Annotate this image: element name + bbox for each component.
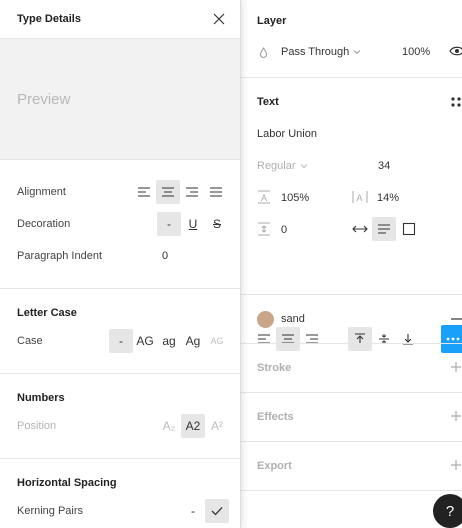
type-preview: Preview: [0, 39, 240, 160]
align-justify-icon[interactable]: [204, 180, 228, 204]
auto-height-icon[interactable]: [372, 217, 396, 241]
preview-text: Preview: [17, 90, 71, 108]
font-weight-select[interactable]: Regular: [257, 160, 308, 172]
alignment-section: Alignment Decoration - U S Paragraph Ind…: [0, 160, 240, 289]
text-section: Text Labor Union Regular 34 A 105% A 14%…: [241, 78, 462, 353]
popover-header: Type Details: [0, 0, 240, 39]
letter-spacing-icon: A: [352, 190, 368, 204]
add-export-icon[interactable]: [450, 459, 462, 471]
font-size-input[interactable]: 34: [378, 160, 390, 172]
decoration-row: Decoration - U S: [0, 208, 240, 240]
kerning-label: Kerning Pairs: [17, 505, 84, 517]
font-family-select[interactable]: Labor Union: [257, 128, 317, 140]
strikethrough-button[interactable]: S: [205, 212, 229, 236]
case-title-button[interactable]: Ag: [181, 329, 205, 353]
case-label: Case: [17, 335, 43, 347]
text-title: Text: [257, 96, 279, 108]
case-upper-button[interactable]: AG: [133, 329, 157, 353]
chevron-down-icon: [353, 50, 361, 55]
fill-style-name[interactable]: sand: [281, 313, 305, 325]
strikethrough-label: S: [212, 217, 221, 231]
layer-title: Layer: [257, 15, 287, 27]
type-details-icon[interactable]: [450, 96, 462, 108]
close-icon[interactable]: [212, 12, 226, 26]
position-label: Position: [17, 420, 57, 432]
stroke-section: Stroke: [241, 344, 462, 393]
numbers-title: Numbers: [17, 392, 65, 404]
paragraph-indent-row: Paragraph Indent 0: [0, 240, 240, 272]
numbers-section: Numbers Position A₂ A2 A²: [0, 374, 240, 459]
case-row: Case - AG ag Ag AG: [0, 325, 240, 357]
alignment-label: Alignment: [17, 186, 66, 198]
layer-section: Layer Pass Through 100%: [241, 0, 462, 78]
letter-spacing-input[interactable]: 14%: [377, 192, 399, 204]
letter-case-title: Letter Case: [17, 307, 77, 319]
add-effect-icon[interactable]: [450, 410, 462, 422]
remove-fill-icon[interactable]: [450, 313, 462, 325]
align-left-icon[interactable]: [132, 180, 156, 204]
stroke-title: Stroke: [257, 362, 292, 374]
layer-opacity-input[interactable]: 100%: [402, 46, 430, 58]
underline-button[interactable]: U: [181, 212, 205, 236]
line-height-input[interactable]: 105%: [281, 192, 309, 204]
decoration-label: Decoration: [17, 218, 71, 230]
eye-icon[interactable]: [449, 45, 462, 57]
paragraph-spacing-icon: [257, 222, 271, 236]
font-weight-value: Regular: [257, 160, 296, 172]
horizontal-spacing-title: Horizontal Spacing: [17, 477, 117, 489]
underline-label: U: [188, 217, 198, 231]
blend-mode-value: Pass Through: [281, 46, 350, 58]
help-button[interactable]: ?: [433, 494, 462, 528]
svg-text:A: A: [357, 193, 363, 203]
fill-section: sand: [241, 295, 462, 344]
effects-title: Effects: [257, 411, 294, 423]
align-center-icon[interactable]: [156, 180, 180, 204]
align-right-icon[interactable]: [180, 180, 204, 204]
horizontal-spacing-section: Horizontal Spacing Kerning Pairs -: [0, 459, 240, 527]
popover-title: Type Details: [17, 13, 81, 25]
paragraph-spacing-input[interactable]: 0: [281, 224, 287, 236]
add-stroke-icon[interactable]: [450, 361, 462, 373]
paragraph-indent-label: Paragraph Indent: [17, 250, 103, 262]
blend-mode-select[interactable]: Pass Through: [281, 46, 361, 58]
fixed-size-icon[interactable]: [402, 222, 416, 236]
type-details-popover: Type Details Preview Alignment Decoratio…: [0, 0, 241, 528]
case-lower-button[interactable]: ag: [157, 329, 181, 353]
kerning-row: Kerning Pairs -: [0, 495, 240, 527]
chevron-down-icon: [300, 164, 307, 169]
svg-text:A: A: [261, 193, 267, 203]
paragraph-indent-input[interactable]: 0: [162, 250, 168, 262]
position-normal-button[interactable]: A2: [181, 414, 205, 438]
position-row: Position A₂ A2 A²: [0, 410, 240, 442]
position-superscript-button[interactable]: A²: [205, 414, 229, 438]
letter-case-section: Letter Case Case - AG ag Ag AG: [0, 289, 240, 374]
decoration-none-button[interactable]: -: [157, 212, 181, 236]
blend-drop-icon: [259, 47, 268, 59]
case-none-button[interactable]: -: [109, 329, 133, 353]
fill-swatch[interactable]: [257, 311, 274, 328]
line-height-icon: A: [257, 190, 271, 204]
case-small-caps-button[interactable]: AG: [205, 329, 229, 353]
alignment-row: Alignment: [0, 176, 240, 208]
kerning-check-icon[interactable]: [205, 499, 229, 523]
export-section: Export: [241, 442, 462, 491]
properties-panel: Layer Pass Through 100% Text Labor Union…: [241, 0, 462, 528]
export-title: Export: [257, 460, 292, 472]
auto-width-icon[interactable]: [352, 222, 368, 236]
effects-section: Effects: [241, 393, 462, 442]
kerning-off-button[interactable]: -: [181, 499, 205, 523]
position-subscript-button[interactable]: A₂: [157, 414, 181, 438]
